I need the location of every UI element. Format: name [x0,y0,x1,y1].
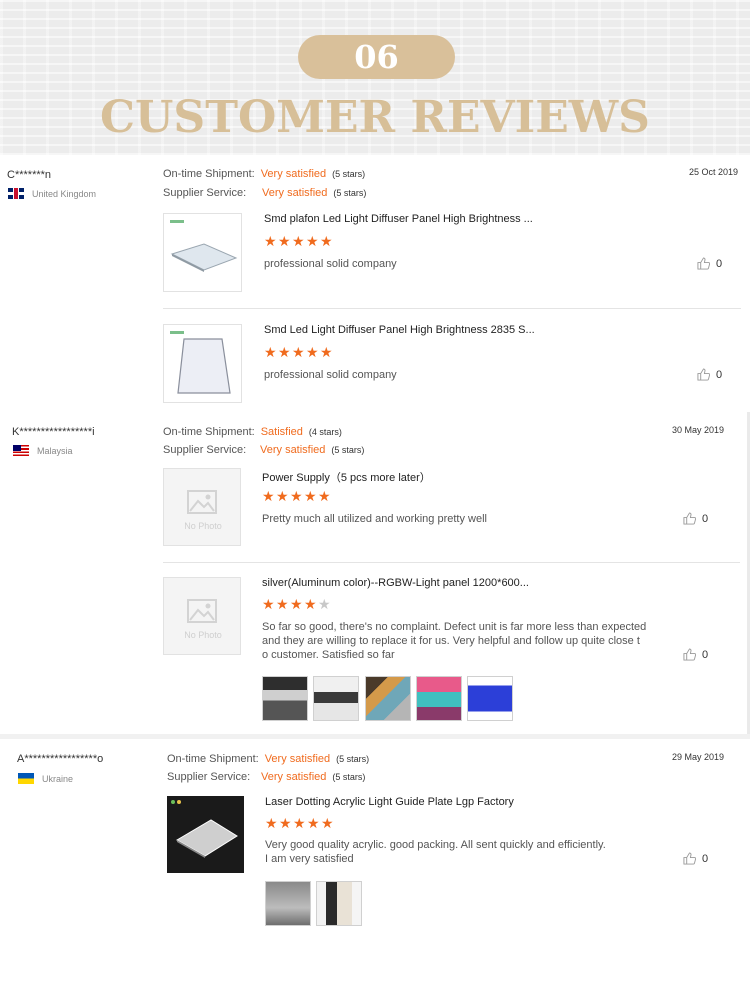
review-photo[interactable] [316,881,362,926]
star-icon: ★ [279,815,292,831]
star-icon: ★ [290,596,303,612]
star-icon: ★ [304,488,317,504]
review-photo[interactable] [262,676,308,721]
star-icon: ★ [321,815,334,831]
no-photo-icon [187,490,217,514]
review-comment: professional solid company [264,258,397,270]
product-rating-stars: ★ ★ ★ ★ ★ [262,596,331,612]
reviewer-country: United Kingdom [8,188,96,199]
product-title-link[interactable]: Smd plafon Led Light Diffuser Panel High… [264,213,533,225]
star-icon: ★ [304,596,317,612]
product-title-link[interactable]: Power Supply（5 pcs more later） [262,469,431,485]
service-rating: Supplier Service: Very satisfied (5 stars) [167,771,366,783]
item-divider [163,562,740,563]
product-thumbnail[interactable] [167,796,244,873]
product-thumbnail[interactable] [163,213,242,292]
star-icon: ★ [307,815,320,831]
star-icon: ★ [318,488,331,504]
product-thumbnail[interactable]: No Photo [163,577,241,655]
product-thumbnail[interactable] [163,324,242,403]
star-icon: ★ [293,815,306,831]
star-icon: ★ [278,344,291,360]
star-icon: ★ [292,344,305,360]
malaysia-flag-icon [13,445,29,456]
product-rating-stars: ★ ★ ★ ★ ★ [264,233,333,249]
like-button[interactable]: 0 [683,852,708,865]
service-rating: Supplier Service: Very satisfied (5 stars) [163,187,367,199]
ukraine-flag-icon [18,773,34,784]
like-button[interactable]: 0 [697,257,722,270]
review-photo[interactable] [313,676,359,721]
thumbs-up-icon [683,852,696,865]
thumbs-up-icon [697,368,710,381]
review-date: 25 Oct 2019 [689,167,739,177]
shipment-rating: On-time Shipment: Very satisfied (5 stars) [163,168,366,180]
service-rating: Supplier Service: Very satisfied (5 stars) [163,444,365,456]
review-date: 29 May 2019 [672,752,725,762]
product-title-link[interactable]: Laser Dotting Acrylic Light Guide Plate … [265,796,514,808]
star-icon: ★ [320,344,333,360]
star-icon: ★ [278,233,291,249]
review-photo[interactable] [265,881,311,926]
star-icon: ★ [265,815,278,831]
uk-flag-icon [8,188,24,199]
thumbs-up-icon [697,257,710,270]
review-comment: Pretty much all utilized and working pre… [262,513,487,525]
acrylic-plate-image [167,796,244,873]
review-photo[interactable] [365,676,411,721]
star-icon: ★ [306,233,319,249]
reviewer-country: Malaysia [13,445,73,456]
product-rating-stars: ★ ★ ★ ★ ★ [264,344,333,360]
like-button[interactable]: 0 [683,648,708,661]
star-icon: ★ [262,596,275,612]
star-icon: ★ [264,233,277,249]
star-icon: ★ [292,233,305,249]
review-photo[interactable] [467,676,513,721]
reviewer-country: Ukraine [18,773,73,784]
panel-light-image [170,220,238,272]
product-title-link[interactable]: silver(Aluminum color)--RGBW-Light panel… [262,577,529,589]
star-icon: ★ [320,233,333,249]
product-thumbnail[interactable]: No Photo [163,468,241,546]
shipment-rating: On-time Shipment: Satisfied (4 stars) [163,426,342,438]
reviewer-name: K*****************i [12,426,95,438]
star-icon: ★ [276,488,289,504]
like-button[interactable]: 0 [697,368,722,381]
star-icon: ★ [276,596,289,612]
thumbs-up-icon [683,512,696,525]
product-rating-stars: ★ ★ ★ ★ ★ [265,815,334,831]
section-header: 06 CUSTOMER REVIEWS [0,0,750,155]
review-comment: So far so good, there's no complaint. De… [262,621,647,661]
star-icon: ★ [306,344,319,360]
review-date: 30 May 2019 [672,425,725,435]
star-icon: ★ [264,344,277,360]
panel-light-image [170,331,231,394]
shipment-rating: On-time Shipment: Very satisfied (5 stars) [167,753,370,765]
section-number-badge: 06 [298,35,455,79]
review-comment: Very good quality acrylic. good packing.… [265,839,606,865]
reviewer-name: C*******n [7,169,52,181]
product-title-link[interactable]: Smd Led Light Diffuser Panel High Bright… [264,324,535,336]
review-card: A*****************o Ukraine On-time Ship… [0,739,750,997]
star-empty-icon: ★ [318,596,331,612]
no-photo-icon [187,599,217,623]
reviewer-name: A*****************o [17,753,104,765]
review-card: C*******n United Kingdom On-time Shipmen… [0,155,750,412]
star-icon: ★ [290,488,303,504]
review-comment: professional solid company [264,369,397,381]
star-icon: ★ [262,488,275,504]
review-photo[interactable] [416,676,462,721]
thumbs-up-icon [683,648,696,661]
item-divider [163,308,741,309]
like-button[interactable]: 0 [683,512,708,525]
section-title: CUSTOMER REVIEWS [100,92,650,143]
product-rating-stars: ★ ★ ★ ★ ★ [262,488,331,504]
review-card: K*****************i Malaysia On-time Shi… [0,412,750,734]
